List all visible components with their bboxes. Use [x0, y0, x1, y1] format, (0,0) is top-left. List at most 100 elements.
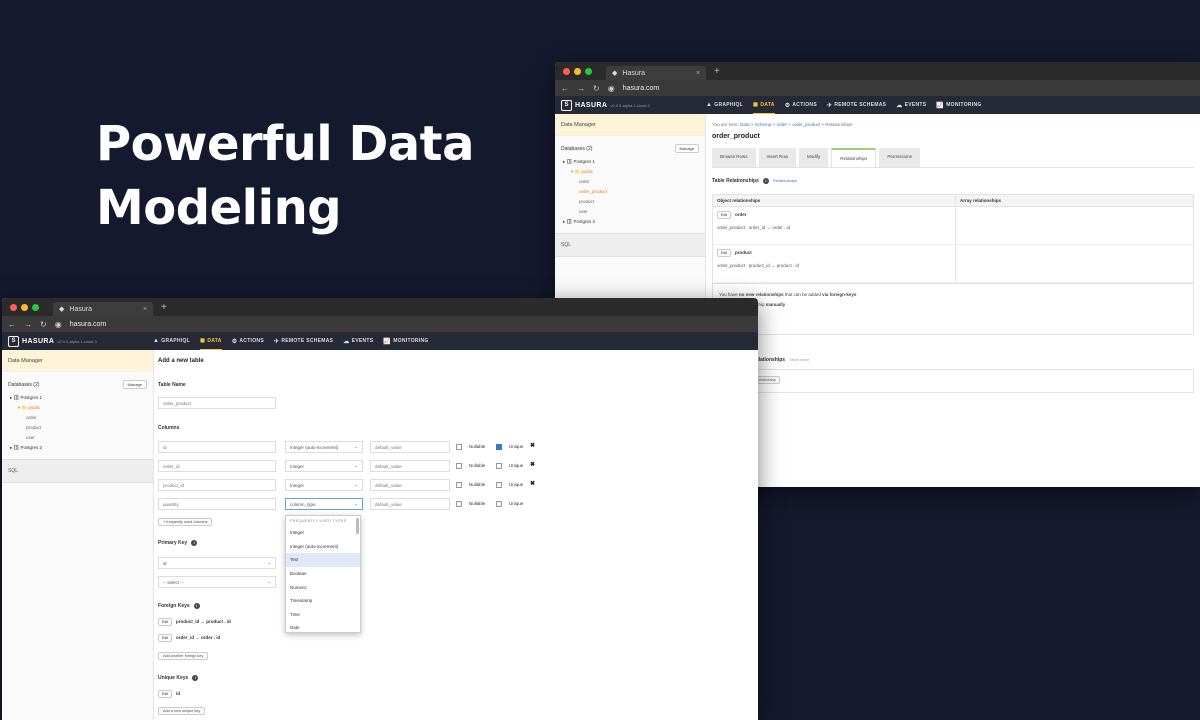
add-unique-key-button[interactable]: Add a new unique key: [158, 707, 206, 715]
nullable-checkbox[interactable]: [456, 463, 462, 469]
nav-actions[interactable]: ⚙ ACTIONS: [785, 102, 817, 109]
remove-column-icon[interactable]: ✖: [530, 480, 535, 487]
maximize-window-icon[interactable]: [585, 67, 592, 75]
nav-data[interactable]: ◼ DATA: [753, 96, 775, 114]
unique-checkbox[interactable]: [496, 463, 502, 469]
tree-schema-public[interactable]: ▾ 📁 public: [10, 403, 153, 413]
nav-graphiql[interactable]: ▲ GRAPHIQL: [153, 338, 190, 344]
nav-data[interactable]: ◼ DATA: [200, 332, 222, 350]
edit-button[interactable]: Edit: [158, 690, 173, 698]
hasura-logo[interactable]: S HASURA v2.0.0-alpha.1.cloud.3: [8, 335, 153, 347]
primary-key-select-empty[interactable]: -- select -- ⌄: [158, 576, 276, 588]
relationships-note[interactable]: Relationships: [773, 178, 797, 183]
nav-actions[interactable]: ⚙ ACTIONS: [232, 338, 264, 345]
breadcrumb-schema[interactable]: Schema: [755, 122, 772, 127]
nullable-checkbox[interactable]: [456, 501, 462, 507]
type-option-numeric[interactable]: Numeric: [286, 580, 360, 594]
type-option-time[interactable]: Time: [286, 608, 360, 622]
minimize-window-icon[interactable]: [574, 67, 581, 75]
back-arrow-icon[interactable]: ←: [8, 320, 16, 329]
tree-table-order[interactable]: order: [563, 177, 705, 187]
manage-button[interactable]: Manage: [674, 144, 699, 153]
tree-postgres-1[interactable]: ▸ 🗄 Postgres 1: [10, 393, 153, 403]
edit-button[interactable]: Edit: [717, 211, 732, 219]
tree-postgres-2[interactable]: ▸ 🗄 Postgres 2: [10, 443, 153, 453]
browser-tab[interactable]: ◆ Hasura ×: [53, 302, 153, 316]
type-option-integer[interactable]: Integer: [286, 526, 360, 540]
back-arrow-icon[interactable]: ←: [561, 84, 569, 93]
info-icon[interactable]: i: [193, 603, 200, 609]
info-icon[interactable]: i: [191, 540, 198, 546]
edit-button[interactable]: Edit: [158, 618, 173, 626]
column-name-input[interactable]: product_id: [158, 479, 276, 491]
reload-icon[interactable]: ↻: [593, 84, 600, 93]
column-type-select[interactable]: Integer (auto-increment) ⌄: [285, 441, 363, 453]
unique-checkbox[interactable]: [496, 501, 502, 507]
new-tab-button[interactable]: +: [161, 302, 167, 313]
column-name-input[interactable]: quantity: [158, 498, 276, 510]
close-window-icon[interactable]: [10, 303, 17, 311]
breadcrumb-order[interactable]: order: [776, 122, 787, 127]
tree-table-order-product[interactable]: order_product: [563, 187, 705, 197]
tab-insert-row[interactable]: Insert Row: [758, 148, 797, 167]
add-foreign-key-button[interactable]: Add another foreign key: [158, 652, 209, 660]
minimize-window-icon[interactable]: [21, 303, 28, 311]
maximize-window-icon[interactable]: [32, 303, 39, 311]
forward-arrow-icon[interactable]: →: [24, 320, 32, 329]
edit-button[interactable]: Edit: [717, 249, 732, 257]
primary-key-select[interactable]: id ⌄: [158, 557, 276, 569]
hasura-logo[interactable]: S HASURA v2.0.0-alpha.1.cloud.3: [561, 99, 706, 111]
tree-table-user[interactable]: user: [10, 433, 153, 443]
nav-events[interactable]: ☁ EVENTS: [896, 102, 926, 109]
tree-schema-public[interactable]: ▾ 📁 public: [563, 167, 705, 177]
type-option-integer-auto[interactable]: Integer (auto-increment): [286, 540, 360, 554]
new-tab-button[interactable]: +: [714, 66, 720, 77]
column-default-input[interactable]: default_value: [370, 460, 450, 472]
nav-monitoring[interactable]: 📈 MONITORING: [936, 102, 981, 109]
column-default-input[interactable]: default_value: [370, 498, 450, 510]
edit-button[interactable]: Edit: [158, 634, 173, 642]
data-manager-header[interactable]: Data Manager: [2, 350, 153, 372]
tree-postgres-1[interactable]: ▸ 🗄 Postgres 1: [563, 157, 705, 167]
remove-column-icon[interactable]: ✖: [530, 442, 535, 449]
remove-column-icon[interactable]: ✖: [530, 461, 535, 468]
close-window-icon[interactable]: [563, 67, 570, 75]
tree-table-user[interactable]: user: [563, 207, 705, 217]
sql-link[interactable]: SQL: [555, 233, 705, 257]
url-field[interactable]: hasura.com: [623, 85, 660, 92]
unique-checkbox[interactable]: [496, 482, 502, 488]
breadcrumb-data[interactable]: Data: [740, 122, 750, 127]
frequently-used-columns-button[interactable]: + frequently used columns: [158, 518, 213, 526]
tab-browse-rows[interactable]: Browse Rows: [712, 148, 756, 167]
breadcrumb-table[interactable]: order_product: [792, 122, 820, 127]
column-name-input[interactable]: order_id: [158, 460, 276, 472]
nullable-checkbox[interactable]: [456, 482, 462, 488]
nav-remote-schemas[interactable]: ✈ REMOTE SCHEMAS: [827, 102, 886, 109]
reload-icon[interactable]: ↻: [40, 320, 47, 329]
info-icon[interactable]: i: [762, 178, 769, 184]
column-name-input[interactable]: id: [158, 441, 276, 453]
remote-show-more[interactable]: Show more: [789, 357, 809, 362]
tab-close-icon[interactable]: ×: [143, 306, 147, 313]
nav-graphiql[interactable]: ▲ GRAPHIQL: [706, 102, 743, 108]
table-name-input[interactable]: order_product: [158, 397, 276, 409]
info-icon[interactable]: i: [192, 675, 199, 681]
tab-close-icon[interactable]: ×: [696, 70, 700, 77]
unique-checkbox[interactable]: [496, 444, 502, 450]
tree-table-order[interactable]: order: [10, 413, 153, 423]
manage-button[interactable]: Manage: [122, 380, 147, 389]
type-option-timestamp[interactable]: Timestamp: [286, 594, 360, 608]
data-manager-header[interactable]: Data Manager: [555, 114, 705, 136]
tree-table-product[interactable]: product: [563, 197, 705, 207]
column-type-select[interactable]: column_type ⌄: [285, 498, 363, 510]
tree-postgres-2[interactable]: ▸ 🗄 Postgres 2: [563, 217, 705, 227]
dropdown-scrollbar[interactable]: [356, 518, 359, 534]
tree-table-product[interactable]: product: [10, 423, 153, 433]
nav-monitoring[interactable]: 📈 MONITORING: [383, 338, 428, 345]
url-field[interactable]: hasura.com: [70, 321, 107, 328]
column-default-input[interactable]: default_value: [370, 441, 450, 453]
sql-link[interactable]: SQL: [2, 459, 153, 483]
type-option-text[interactable]: Text: [286, 553, 360, 567]
tab-permissions[interactable]: Permissions: [879, 148, 920, 167]
nullable-checkbox[interactable]: [456, 444, 462, 450]
